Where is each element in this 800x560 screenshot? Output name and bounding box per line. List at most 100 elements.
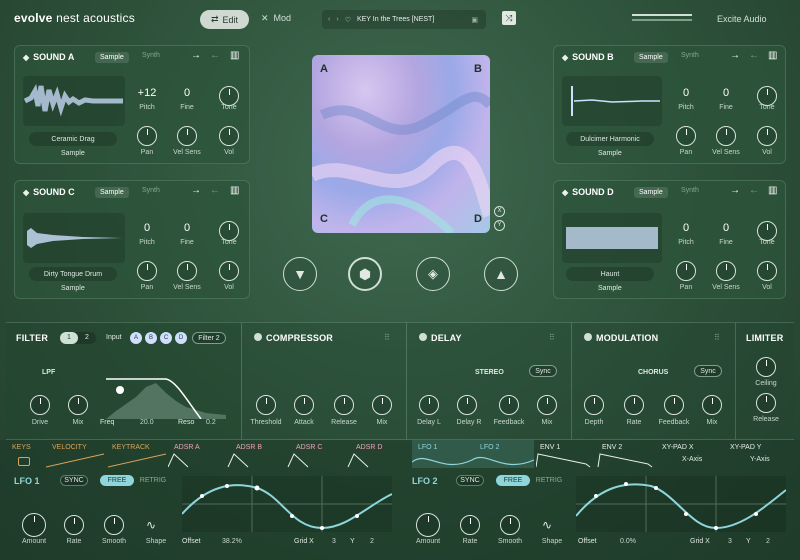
release-knob[interactable]	[334, 395, 354, 415]
lfo2-offset-value[interactable]: 0.0%	[620, 538, 636, 545]
sine-wave-icon[interactable]: ∿	[542, 518, 552, 532]
mod-rate-knob[interactable]	[624, 395, 644, 415]
power-icon[interactable]	[584, 333, 592, 341]
arrow-right-icon[interactable]: →	[191, 50, 201, 61]
vel-sens-knob[interactable]	[716, 126, 736, 146]
pitch-value[interactable]: 0	[666, 87, 706, 99]
lfo1-smooth-knob[interactable]	[104, 515, 124, 535]
lfo2-amount-knob[interactable]	[416, 513, 440, 537]
lfo1-sync-button[interactable]: SYNC	[60, 475, 88, 486]
y-axis-button[interactable]: Y	[494, 220, 505, 231]
mod-source-lfo-1[interactable]: LFO 1	[418, 444, 437, 451]
delay-l-knob[interactable]	[419, 395, 439, 415]
filter-2-tab[interactable]: 2	[78, 332, 96, 344]
vel-sens-knob[interactable]	[716, 261, 736, 281]
arrow-left-icon[interactable]: ←	[210, 185, 220, 196]
keyboard-icon[interactable]: ▥	[768, 50, 777, 61]
random-icon[interactable]: ⤨	[502, 11, 516, 25]
mod-source-lfo-2[interactable]: LFO 2	[480, 444, 499, 451]
filter-1-tab[interactable]: 1	[60, 332, 78, 344]
arrow-right-icon[interactable]: →	[191, 185, 201, 196]
lfo1-free-button[interactable]: FREE	[100, 475, 134, 486]
filter-mix-knob[interactable]	[68, 395, 88, 415]
tab-sample[interactable]: Sample	[634, 187, 668, 198]
lfo1-rate-knob[interactable]	[64, 515, 84, 535]
vel-sens-knob[interactable]	[177, 126, 197, 146]
mod-source-env-2[interactable]: ENV 2	[602, 444, 622, 451]
lfo1-amount-knob[interactable]	[22, 513, 46, 537]
mod-source-xy-pad-x[interactable]: XY-PAD X	[662, 444, 694, 451]
lfo2-grid-x-value[interactable]: 3	[728, 538, 732, 545]
macro-triangle-button[interactable]: ▼	[283, 257, 317, 291]
macro-spire-button[interactable]: ▲	[484, 257, 518, 291]
waveform-display[interactable]	[562, 213, 662, 263]
pitch-value[interactable]: 0	[127, 222, 167, 234]
master-volume-slider[interactable]	[632, 14, 692, 16]
lfo2-retrig-button[interactable]: RETRIG	[534, 475, 564, 486]
arrow-left-icon[interactable]: ←	[210, 50, 220, 61]
vel-sens-knob[interactable]	[177, 261, 197, 281]
modulation-sync-button[interactable]: Sync	[694, 365, 722, 377]
modulation-mode[interactable]: CHORUS	[638, 369, 668, 376]
sample-name[interactable]: Dirty Tongue Drum	[29, 267, 117, 281]
pitch-value[interactable]: 0	[666, 222, 706, 234]
pan-knob[interactable]	[676, 126, 696, 146]
mod-source-keys[interactable]: KEYS	[12, 444, 31, 451]
ceiling-knob[interactable]	[756, 357, 776, 377]
drive-knob[interactable]	[30, 395, 50, 415]
sample-name[interactable]: Dulcimer Harmonic	[566, 132, 654, 146]
mod-source-adsr-a[interactable]: ADSR A	[174, 444, 200, 451]
tab-synth[interactable]: Synth	[681, 52, 699, 59]
lfo2-free-button[interactable]: FREE	[496, 475, 530, 486]
power-icon[interactable]	[254, 333, 262, 341]
tone-knob[interactable]	[757, 86, 777, 106]
delay-feedback-knob[interactable]	[499, 395, 519, 415]
depth-knob[interactable]	[584, 395, 604, 415]
fine-value[interactable]: 0	[167, 87, 207, 99]
input-b-toggle[interactable]: B	[145, 332, 157, 344]
lfo2-sync-button[interactable]: SYNC	[456, 475, 484, 486]
threshold-knob[interactable]	[256, 395, 276, 415]
heart-icon[interactable]: ♡	[345, 16, 351, 24]
tab-synth[interactable]: Synth	[142, 187, 160, 194]
sine-wave-icon[interactable]: ∿	[146, 518, 156, 532]
lfo2-grid-y-value[interactable]: 2	[766, 538, 770, 545]
tab-synth[interactable]: Synth	[142, 52, 160, 59]
lfo1-grid-y-value[interactable]: 2	[370, 538, 374, 545]
tone-knob[interactable]	[757, 221, 777, 241]
fine-value[interactable]: 0	[706, 87, 746, 99]
mod-source-adsr-d[interactable]: ADSR D	[356, 444, 382, 451]
lfo2-smooth-knob[interactable]	[500, 515, 520, 535]
mod-mix-knob[interactable]	[702, 395, 722, 415]
delay-mode[interactable]: STEREO	[475, 369, 504, 376]
tab-sample[interactable]: Sample	[634, 52, 668, 63]
mod-source-velocity[interactable]: VELOCITY	[52, 444, 87, 451]
mod-source-env-1[interactable]: ENV 1	[540, 444, 560, 451]
tone-knob[interactable]	[219, 221, 239, 241]
power-icon[interactable]	[419, 333, 427, 341]
chevron-left-icon[interactable]: ‹	[328, 16, 330, 23]
waveform-display[interactable]	[23, 213, 125, 263]
attack-knob[interactable]	[294, 395, 314, 415]
macro-stone-button[interactable]: ◈	[416, 257, 450, 291]
vol-knob[interactable]	[219, 126, 239, 146]
lfo1-retrig-button[interactable]: RETRIG	[138, 475, 168, 486]
mod-source-adsr-c[interactable]: ADSR C	[296, 444, 322, 451]
waveform-display[interactable]	[23, 76, 125, 126]
freq-value[interactable]: 20.0	[140, 419, 154, 426]
tone-knob[interactable]	[219, 86, 239, 106]
delay-mix-knob[interactable]	[537, 395, 557, 415]
mod-button[interactable]: ✕ Mod	[261, 13, 291, 24]
macro-gem-button[interactable]: ⬢	[348, 257, 382, 291]
keyboard-icon[interactable]: ▥	[768, 185, 777, 196]
sample-name[interactable]: Haunt	[566, 267, 654, 281]
chevron-right-icon[interactable]: ›	[336, 16, 338, 23]
pan-knob[interactable]	[137, 126, 157, 146]
mod-source-xy-pad-y[interactable]: XY-PAD Y	[730, 444, 761, 451]
arrow-left-icon[interactable]: ←	[749, 185, 759, 196]
delay-r-knob[interactable]	[457, 395, 477, 415]
filter-type[interactable]: LPF	[42, 369, 55, 376]
drag-handle-icon[interactable]: ⠿	[384, 333, 390, 342]
pan-knob[interactable]	[137, 261, 157, 281]
filter-curve[interactable]	[106, 359, 226, 419]
